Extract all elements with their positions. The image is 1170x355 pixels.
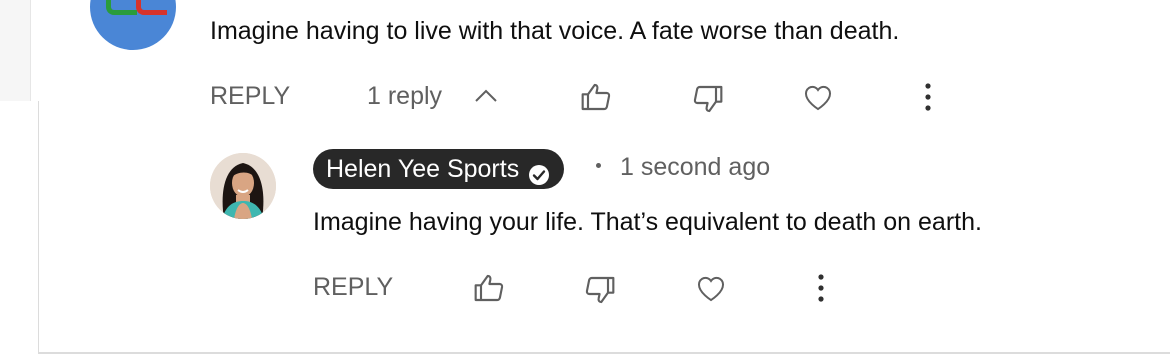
separator-dot [596, 163, 601, 168]
dislike-icon[interactable] [584, 274, 616, 306]
comment-text: Imagine having your life. That’s equival… [313, 208, 982, 236]
comment-text: Imagine having to live with that voice. … [210, 17, 900, 45]
left-panel-edge [0, 0, 31, 101]
avatar-photo [210, 153, 276, 219]
avatar[interactable] [90, 0, 176, 50]
heart-icon[interactable] [694, 271, 728, 305]
dislike-icon[interactable] [692, 83, 724, 115]
view-replies-toggle[interactable]: 1 reply [367, 82, 442, 111]
comments-panel: Imagine having to live with that voice. … [0, 0, 1170, 355]
more-vert-icon[interactable] [918, 80, 938, 114]
verified-check-icon [528, 158, 550, 185]
heart-icon[interactable] [801, 80, 835, 114]
author-chip[interactable]: Helen Yee Sports [313, 149, 565, 189]
avatar[interactable] [210, 153, 276, 219]
author-name: Helen Yee Sports [326, 155, 520, 183]
avatar-logo-mark [106, 0, 137, 15]
more-vert-icon[interactable] [811, 271, 831, 305]
reply-button[interactable]: REPLY [313, 273, 393, 302]
divider-bottom [38, 352, 1170, 354]
reply-button[interactable]: REPLY [210, 82, 290, 111]
timestamp[interactable]: 1 second ago [620, 153, 770, 182]
replies-count: 1 reply [367, 82, 443, 110]
avatar-logo-mark [136, 0, 167, 15]
divider-vertical [38, 101, 39, 353]
like-icon[interactable] [473, 272, 505, 304]
like-icon[interactable] [580, 81, 612, 113]
chevron-up-icon[interactable] [474, 88, 498, 104]
